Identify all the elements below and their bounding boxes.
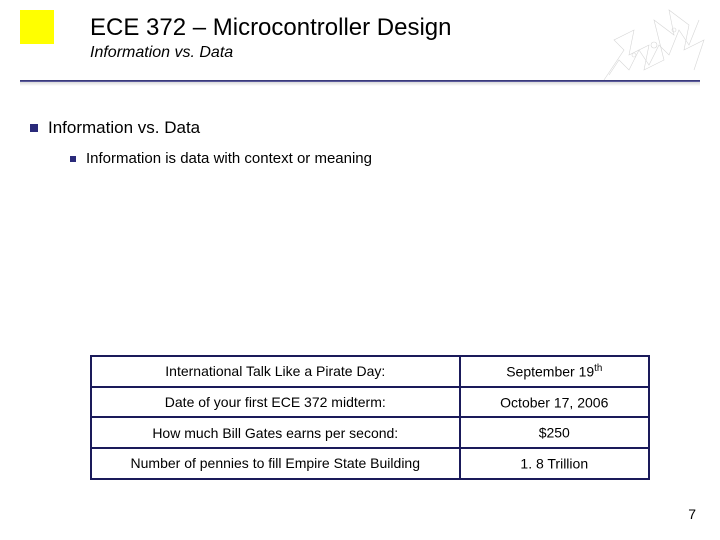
info-table: International Talk Like a Pirate Day: Se…: [90, 355, 650, 480]
square-bullet-icon: [70, 156, 76, 162]
table-row: Number of pennies to fill Empire State B…: [91, 448, 649, 479]
slide-title: ECE 372 – Microcontroller Design: [90, 14, 452, 42]
bullet-text: Information is data with context or mean…: [86, 150, 372, 167]
table-value: October 17, 2006: [460, 387, 649, 418]
accent-square: [20, 10, 54, 44]
table-label: Date of your first ECE 372 midterm:: [91, 387, 460, 418]
table-row: Date of your first ECE 372 midterm: Octo…: [91, 387, 649, 418]
slide-header: ECE 372 – Microcontroller Design Informa…: [90, 14, 452, 62]
table-value: $250: [460, 417, 649, 448]
table-value: 1. 8 Trillion: [460, 448, 649, 479]
bullet-text: Information vs. Data: [48, 118, 200, 138]
table-row: International Talk Like a Pirate Day: Se…: [91, 356, 649, 387]
square-bullet-icon: [30, 124, 38, 132]
bullet-level-1: Information vs. Data: [30, 118, 200, 138]
bullet-level-2: Information is data with context or mean…: [70, 150, 372, 167]
header-divider-shadow: [20, 82, 700, 86]
page-number: 7: [688, 506, 696, 522]
decorative-sketch: [594, 0, 714, 90]
slide-subtitle: Information vs. Data: [90, 44, 452, 62]
table-label: International Talk Like a Pirate Day:: [91, 356, 460, 387]
table-label: Number of pennies to fill Empire State B…: [91, 448, 460, 479]
table-label: How much Bill Gates earns per second:: [91, 417, 460, 448]
table-value: September 19th: [460, 356, 649, 387]
table-row: How much Bill Gates earns per second: $2…: [91, 417, 649, 448]
